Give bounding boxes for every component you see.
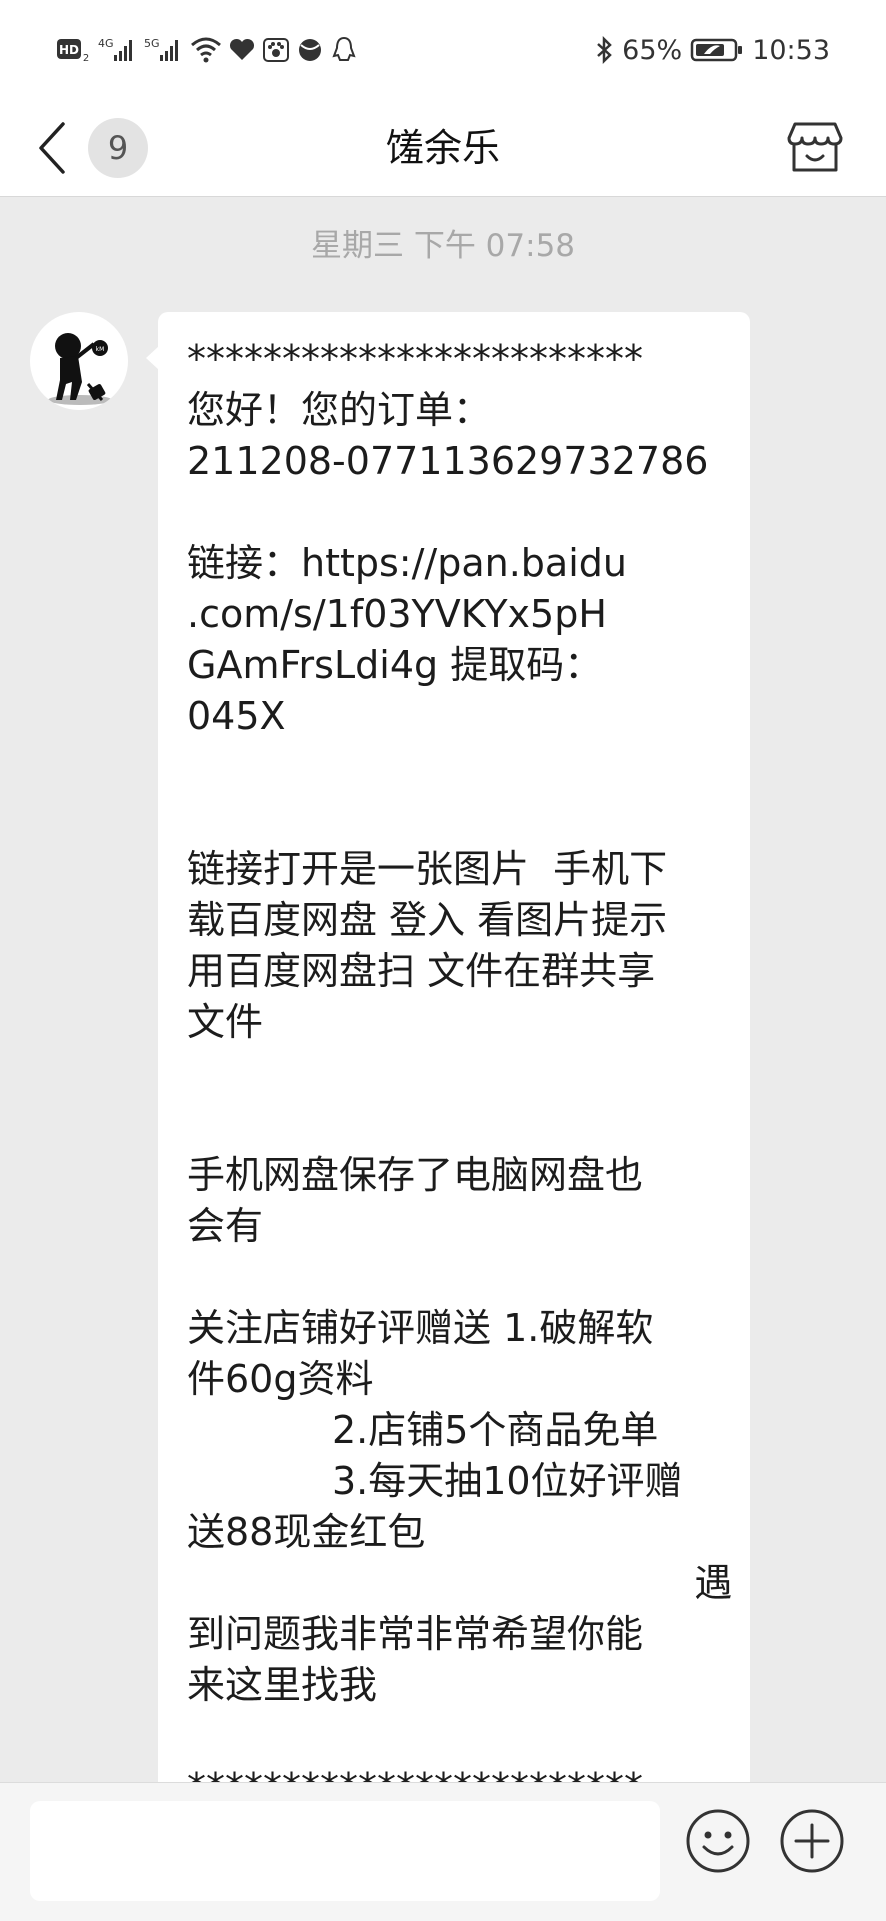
ball-app-icon: [296, 35, 324, 65]
chat-header: 9 馐余乐: [0, 100, 886, 197]
status-bar-left: HD 2 4G 5G: [56, 32, 358, 68]
unread-count-badge[interactable]: 9: [88, 118, 148, 178]
message-input[interactable]: [30, 1801, 660, 1901]
svg-text:kM: kM: [96, 346, 105, 353]
shop-button[interactable]: [782, 114, 848, 180]
hd-icon: HD 2: [56, 35, 92, 65]
chevron-left-icon: [39, 122, 65, 174]
clock: 10:53: [752, 34, 830, 66]
more-actions-button[interactable]: [778, 1807, 846, 1875]
heart-icon: [228, 35, 256, 65]
avatar[interactable]: kM: [30, 312, 128, 410]
plus-icon: [780, 1809, 844, 1873]
battery-percent: 65%: [622, 34, 683, 66]
traveler-silhouette-icon: kM: [48, 333, 112, 405]
qq-app-icon: [330, 35, 358, 65]
signal-5g-icon: 5G: [144, 35, 184, 65]
svg-text:HD: HD: [59, 43, 79, 57]
bluetooth-icon: [594, 35, 614, 65]
battery-icon: [690, 35, 744, 65]
message-text[interactable]: ************************ 您好！您的订单： 211208…: [187, 334, 732, 1813]
svg-text:4G: 4G: [98, 37, 114, 50]
input-bar: [0, 1782, 886, 1921]
emoji-button[interactable]: [684, 1807, 752, 1875]
shop-icon: [787, 122, 843, 172]
message-timestamp: 星期三 下午 07:58: [310, 228, 576, 264]
svg-text:2: 2: [83, 53, 89, 64]
status-bar: HD 2 4G 5G 65% 10:53: [0, 0, 886, 100]
wifi-icon: [190, 35, 222, 65]
paw-app-icon: [262, 35, 290, 65]
svg-text:5G: 5G: [144, 37, 160, 50]
back-button[interactable]: [30, 112, 74, 184]
signal-4g-icon: 4G: [98, 35, 138, 65]
emoji-icon: [686, 1809, 750, 1873]
status-bar-right: 65% 10:53: [594, 32, 830, 68]
